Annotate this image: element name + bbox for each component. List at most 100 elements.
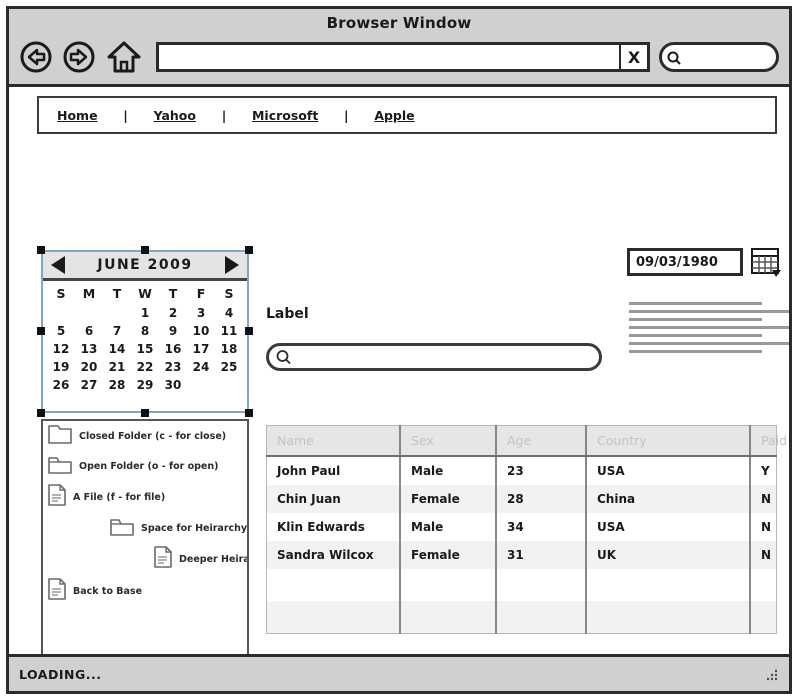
calendar-day-cell[interactable]: 2 [159,304,187,322]
tree-item-label: Space for Heirarchy [141,522,248,534]
main-search-input[interactable] [266,343,602,371]
calendar-day-cell[interactable]: 7 [103,322,131,340]
calendar-widget[interactable]: June 2009 S M T W T F S 1 2 3 4 5 6 7 8 9 10 11 12 1… [41,250,249,413]
calendar-day-cell[interactable]: 1 [131,304,159,322]
calendar-day-cell[interactable]: 8 [131,322,159,340]
table-empty-cell [586,569,751,601]
selection-handle-middle-right[interactable] [245,327,253,335]
clear-url-button[interactable]: X [619,45,647,69]
table-cell: Male [400,456,497,485]
resize-grip-icon[interactable] [765,667,779,681]
text-placeholder-line [629,350,762,353]
nav-link-home[interactable]: Home [57,108,98,123]
table-empty-cell [496,569,587,601]
table-row[interactable]: Chin Juan Female 28 China N [266,485,777,513]
toolbar-search-input[interactable] [659,42,779,72]
calendar-header: June 2009 [43,252,247,281]
column-header-paid[interactable]: Paid [750,425,787,457]
selection-handle-bottom-right[interactable] [245,409,253,417]
selection-handle-middle-left[interactable] [37,327,45,335]
back-arrow-icon[interactable] [19,40,53,74]
calendar-day-cell[interactable]: 21 [103,358,131,376]
calendar-day-cell[interactable]: 5 [47,322,75,340]
tree-item[interactable]: A File (f - for file) [43,481,247,513]
text-placeholder-block [629,302,789,358]
table-cell: John Paul [266,456,401,485]
calendar-icon[interactable] [750,246,782,278]
calendar-day-cell[interactable]: 11 [215,322,243,340]
calendar-day-cell[interactable]: 19 [47,358,75,376]
text-placeholder-line [629,318,762,321]
triangle-right-icon[interactable] [224,256,239,274]
table-empty-cell [496,601,587,634]
forward-arrow-icon[interactable] [62,40,96,74]
table-cell: 28 [496,485,587,513]
table-cell: 31 [496,541,587,569]
calendar-day-cell[interactable]: 29 [131,376,159,394]
tree-item[interactable]: Space for Heirarchy [105,513,247,543]
tree-item[interactable]: Deeper Heira [149,543,247,575]
calendar-day-cell[interactable]: 14 [103,340,131,358]
nav-link-yahoo[interactable]: Yahoo [154,108,196,123]
tree-item[interactable]: Back to Base [43,575,247,607]
column-header-sex[interactable]: Sex [400,425,497,457]
table-cell: 34 [496,513,587,541]
calendar-day-cell[interactable]: 25 [215,358,243,376]
selection-handle-bottom-center[interactable] [141,409,149,417]
table-body: John Paul Male 23 USA Y Chin Juan Female 28 Chin… [266,456,777,634]
calendar-day-cell[interactable]: 22 [131,358,159,376]
nav-link-microsoft[interactable]: Microsoft [252,108,318,123]
calendar-day-cell[interactable]: 16 [159,340,187,358]
calendar-day-cell[interactable]: 15 [131,340,159,358]
table-row[interactable]: Sandra Wilcox Female 31 UK N [266,541,777,569]
calendar-day-cell[interactable]: 24 [187,358,215,376]
calendar-day-cell[interactable]: 4 [215,304,243,322]
column-header-name[interactable]: Name [266,425,401,457]
open-folder-icon [47,453,73,479]
table-cell: Male [400,513,497,541]
calendar-empty-cell [47,304,75,322]
tree-item-label: Closed Folder (c - for close) [79,430,227,442]
nav-link-bar: Home | Yahoo | Microsoft | Apple [37,96,777,134]
table-row[interactable]: Klin Edwards Male 34 USA N [266,513,777,541]
browser-toolbar: X [9,35,789,84]
table-row[interactable]: John Paul Male 23 USA Y [266,456,777,485]
url-input[interactable] [156,42,650,72]
selection-handle-top-center[interactable] [141,246,149,254]
tree-item[interactable]: Open Folder (o - for open) [43,451,247,481]
status-bar: Loading... [9,654,789,691]
page-content: Home | Yahoo | Microsoft | Apple June 20… [9,87,789,654]
calendar-day-cell[interactable]: 10 [187,322,215,340]
calendar-day-cell[interactable]: 20 [75,358,103,376]
calendar-day-cell[interactable]: 3 [187,304,215,322]
file-icon [47,483,67,511]
calendar-day-cell[interactable]: 12 [47,340,75,358]
triangle-left-icon[interactable] [51,256,65,274]
calendar-day-cell[interactable]: 17 [187,340,215,358]
calendar-day-cell[interactable]: 23 [159,358,187,376]
home-icon[interactable] [105,39,143,75]
calendar-day-cell[interactable]: 6 [75,322,103,340]
column-header-age[interactable]: Age [496,425,587,457]
calendar-week-row: 12 13 14 15 16 17 18 [47,340,243,358]
tree-item-label: Open Folder (o - for open) [79,460,219,472]
calendar-day-cell[interactable]: 9 [159,322,187,340]
nav-link-apple[interactable]: Apple [374,108,414,123]
calendar-day-cell[interactable]: 18 [215,340,243,358]
calendar-day-cell[interactable]: 27 [75,376,103,394]
calendar-day-cell[interactable]: 13 [75,340,103,358]
column-header-country[interactable]: Country [586,425,751,457]
date-input[interactable] [627,248,743,276]
selection-handle-bottom-left[interactable] [37,409,45,417]
url-bar: X [156,42,650,72]
tree-item[interactable]: Closed Folder (c - for close) [43,421,247,451]
calendar-week-row: 1234 [47,304,243,322]
selection-handle-top-right[interactable] [245,246,253,254]
table-empty-cell [400,601,497,634]
calendar-day-cell[interactable]: 30 [159,376,187,394]
calendar-day-cell[interactable]: 28 [103,376,131,394]
calendar-week-row: 5 6 7 8 9 10 11 [47,322,243,340]
calendar-day-cell[interactable]: 26 [47,376,75,394]
window-title: Browser Window [326,14,472,32]
selection-handle-top-left[interactable] [37,246,45,254]
